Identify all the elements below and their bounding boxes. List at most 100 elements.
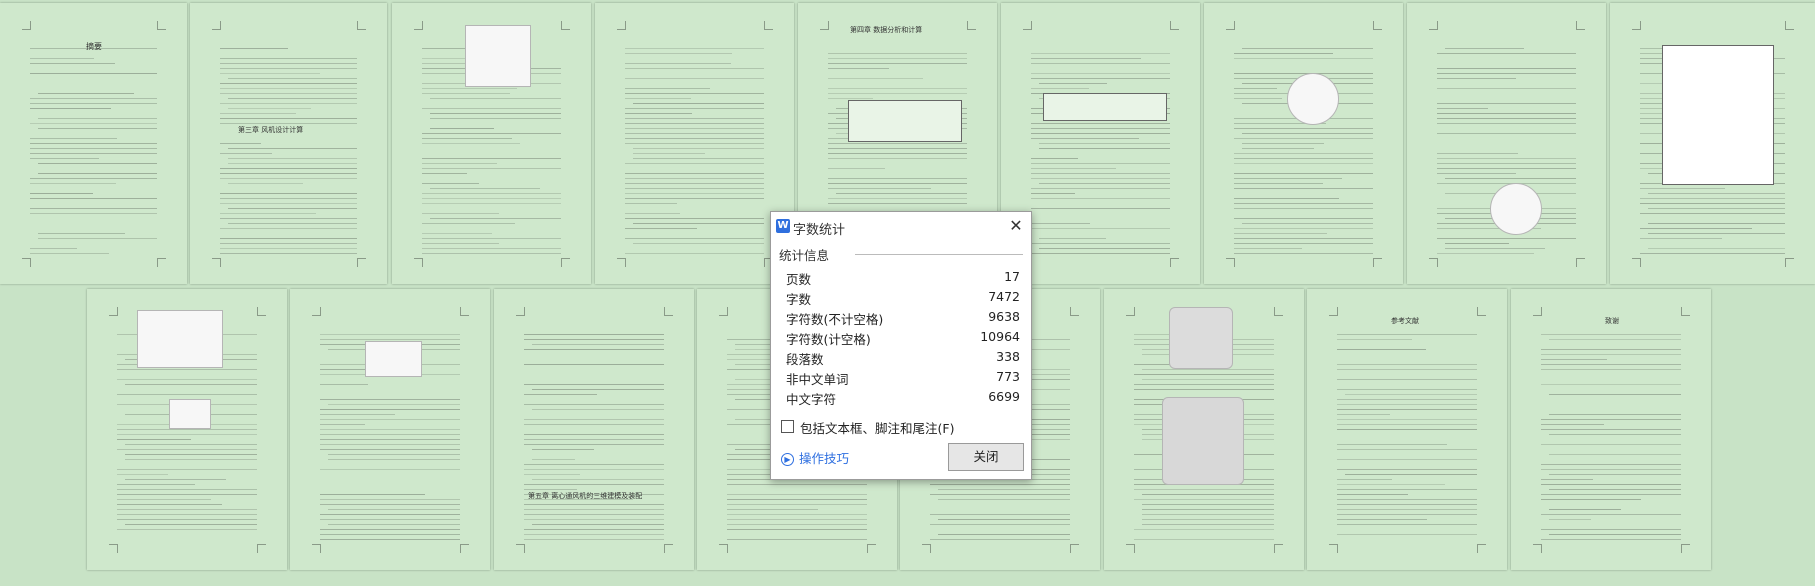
include-textboxes-checkbox[interactable] <box>781 420 794 433</box>
text-line <box>524 339 664 340</box>
text-line <box>625 53 732 54</box>
crop-mark <box>1329 307 1338 316</box>
text-line <box>422 173 467 174</box>
include-textboxes-label[interactable]: 包括文本框、脚注和尾注(F) <box>800 418 954 437</box>
text-line <box>422 158 561 159</box>
text-line <box>1337 364 1477 365</box>
text-line <box>1242 148 1314 149</box>
crop-mark <box>1429 258 1438 267</box>
text-line <box>1039 183 1170 184</box>
text-line <box>320 469 460 470</box>
text-line <box>320 409 460 410</box>
text-line <box>1234 183 1324 184</box>
text-line <box>422 163 497 164</box>
crop-mark <box>1576 258 1585 267</box>
text-line <box>1337 469 1477 470</box>
text-line <box>125 444 257 445</box>
text-line <box>633 223 764 224</box>
tips-label[interactable]: 操作技巧 <box>799 451 849 466</box>
text-line <box>532 409 664 410</box>
text-line <box>1345 394 1477 395</box>
text-line <box>117 504 223 505</box>
figure-circle-diagram <box>1287 73 1339 125</box>
crop-mark <box>1023 21 1032 30</box>
text-line <box>1337 449 1477 450</box>
text-line <box>524 384 664 385</box>
text-line <box>125 479 227 480</box>
text-line <box>117 434 257 435</box>
text-line <box>30 248 78 249</box>
text-line <box>1031 133 1170 134</box>
page-thumbnail-8[interactable] <box>1407 3 1606 284</box>
text-line <box>1337 409 1477 410</box>
text-line <box>38 173 157 174</box>
text-line <box>228 223 357 224</box>
crop-mark <box>460 307 469 316</box>
table <box>1662 45 1774 185</box>
page-thumbnail-17[interactable]: 致谢 <box>1511 289 1711 570</box>
text-line <box>320 399 460 400</box>
text-line <box>1031 173 1170 174</box>
page-thumbnail-11[interactable] <box>290 289 490 570</box>
page-thumbnail-9[interactable] <box>1610 3 1815 284</box>
text-line <box>625 193 764 194</box>
text-line <box>1549 474 1681 475</box>
text-line <box>1337 399 1477 400</box>
text-line <box>422 88 518 89</box>
page-thumbnail-16[interactable]: 参考文献 <box>1307 289 1507 570</box>
text-line <box>1541 539 1681 540</box>
text-line <box>125 454 257 455</box>
text-line <box>1437 238 1576 239</box>
crop-mark <box>516 307 525 316</box>
stat-label: 段落数 <box>786 352 824 367</box>
text-line <box>828 53 967 54</box>
page-thumbnail-15[interactable] <box>1104 289 1304 570</box>
text-line <box>1648 223 1785 224</box>
crop-mark <box>1226 21 1235 30</box>
page-thumbnail-1[interactable]: 摘要 <box>0 3 187 284</box>
stat-row-non-chinese-words: 非中文单词 773 <box>786 369 1020 387</box>
text-line <box>1337 459 1477 460</box>
text-line <box>30 193 93 194</box>
close-icon[interactable]: ✕ <box>1007 217 1025 235</box>
text-line <box>1437 53 1576 54</box>
crop-mark <box>967 21 976 30</box>
text-line <box>220 83 357 84</box>
text-line <box>625 138 764 139</box>
text-line <box>524 334 664 335</box>
text-line <box>1648 208 1785 209</box>
text-line <box>117 469 257 470</box>
text-line <box>524 364 664 365</box>
page-thumbnail-7[interactable] <box>1204 3 1403 284</box>
text-line <box>1031 178 1170 179</box>
text-line <box>1437 123 1576 124</box>
page-thumbnail-3[interactable] <box>392 3 591 284</box>
tips-link[interactable]: ▶ 操作技巧 <box>781 448 849 467</box>
page-thumbnail-2[interactable]: 第三章 风机设计计算 <box>190 3 387 284</box>
page-thumbnail-10[interactable] <box>87 289 287 570</box>
text-line <box>220 173 357 174</box>
figure-diagram <box>169 399 211 429</box>
text-line <box>938 499 1070 500</box>
crop-mark <box>1477 307 1486 316</box>
text-line <box>727 524 867 525</box>
crop-mark <box>109 544 118 553</box>
text-line <box>1234 163 1373 164</box>
text-line <box>320 439 460 440</box>
close-button[interactable]: 关闭 <box>948 443 1024 471</box>
text-line <box>1337 349 1426 350</box>
page-thumbnail-12[interactable]: 第五章 离心通风机的三维建模及装配 <box>494 289 694 570</box>
crop-mark <box>1373 21 1382 30</box>
text-line <box>117 509 257 510</box>
section-divider <box>855 254 1023 255</box>
text-line <box>422 223 515 224</box>
text-line <box>727 519 867 520</box>
text-line <box>117 499 211 500</box>
figure-3d-model <box>1169 307 1233 369</box>
text-line <box>633 153 706 154</box>
page-thumbnail-4[interactable] <box>595 3 794 284</box>
text-line <box>1234 218 1373 219</box>
text-line <box>625 188 764 189</box>
crop-mark <box>664 307 673 316</box>
text-line <box>625 178 764 179</box>
